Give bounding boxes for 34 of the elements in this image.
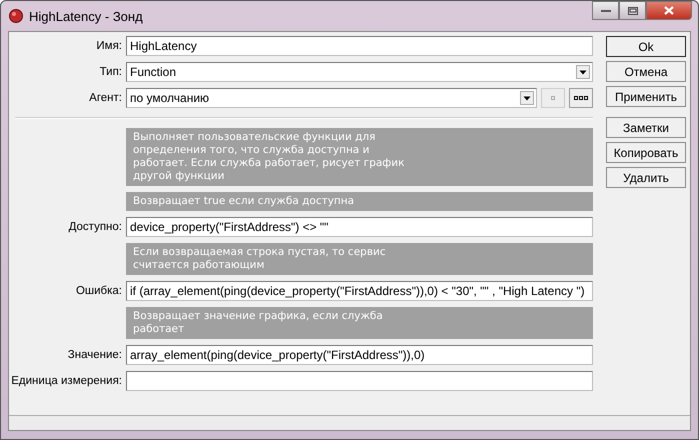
dialog-button[interactable]: Применить [606,86,686,107]
maximize-button[interactable] [619,1,646,20]
dropdown[interactable]: Function [126,62,593,82]
window-title: HighLatency - Зонд [29,8,144,24]
close-button[interactable] [646,1,692,20]
field-label: Тип: [98,66,122,78]
dialog-button[interactable]: Заметки [606,117,686,138]
dialog-button[interactable]: Копировать [606,142,686,163]
field-label: Единица измерения: [10,375,122,387]
field-label: Имя: [95,40,122,52]
input-field[interactable] [126,371,593,391]
input-field[interactable]: if (array_element(ping(device_property("FirstAddress")),0) < "30", "" , "High Latency ") [126,281,593,301]
field-label: Значение: [66,349,122,361]
close-icon[interactable] [664,6,674,15]
dialog-button[interactable]: Удалить [606,167,686,188]
description-note: Выполняет пользовательские функции для определения того, что служба доступна и работает. Если служба работает, рисует график другой функции [126,128,593,186]
input-field[interactable]: HighLatency [126,36,593,56]
field-label: Ошибка: [74,285,122,297]
description-note: Возвращает значение графика, если служба работает [126,307,593,339]
description-note: Если возвращаемая строка пустая, то сервис считается работающим [126,243,593,275]
input-field[interactable]: array_element(ping(device_property("FirstAddress")),0) [126,345,593,365]
input-field[interactable]: device_property("FirstAddress") <> "" [126,217,593,237]
browse-button[interactable] [569,88,593,108]
field-label: Агент: [88,92,122,104]
dropdown[interactable]: по умолчанию [126,88,537,108]
maximize-icon[interactable] [628,6,638,14]
minimize-icon[interactable] [600,8,610,12]
minimize-button[interactable] [592,1,619,20]
description-note: Возвращает true если служба доступна [126,192,593,211]
field-label: Доступно: [68,221,122,233]
dialog-button[interactable]: Ok [606,36,686,57]
app-icon [9,9,23,23]
ellipsis-icon[interactable] [574,96,588,100]
dialog-button[interactable]: Отмена [606,61,686,82]
